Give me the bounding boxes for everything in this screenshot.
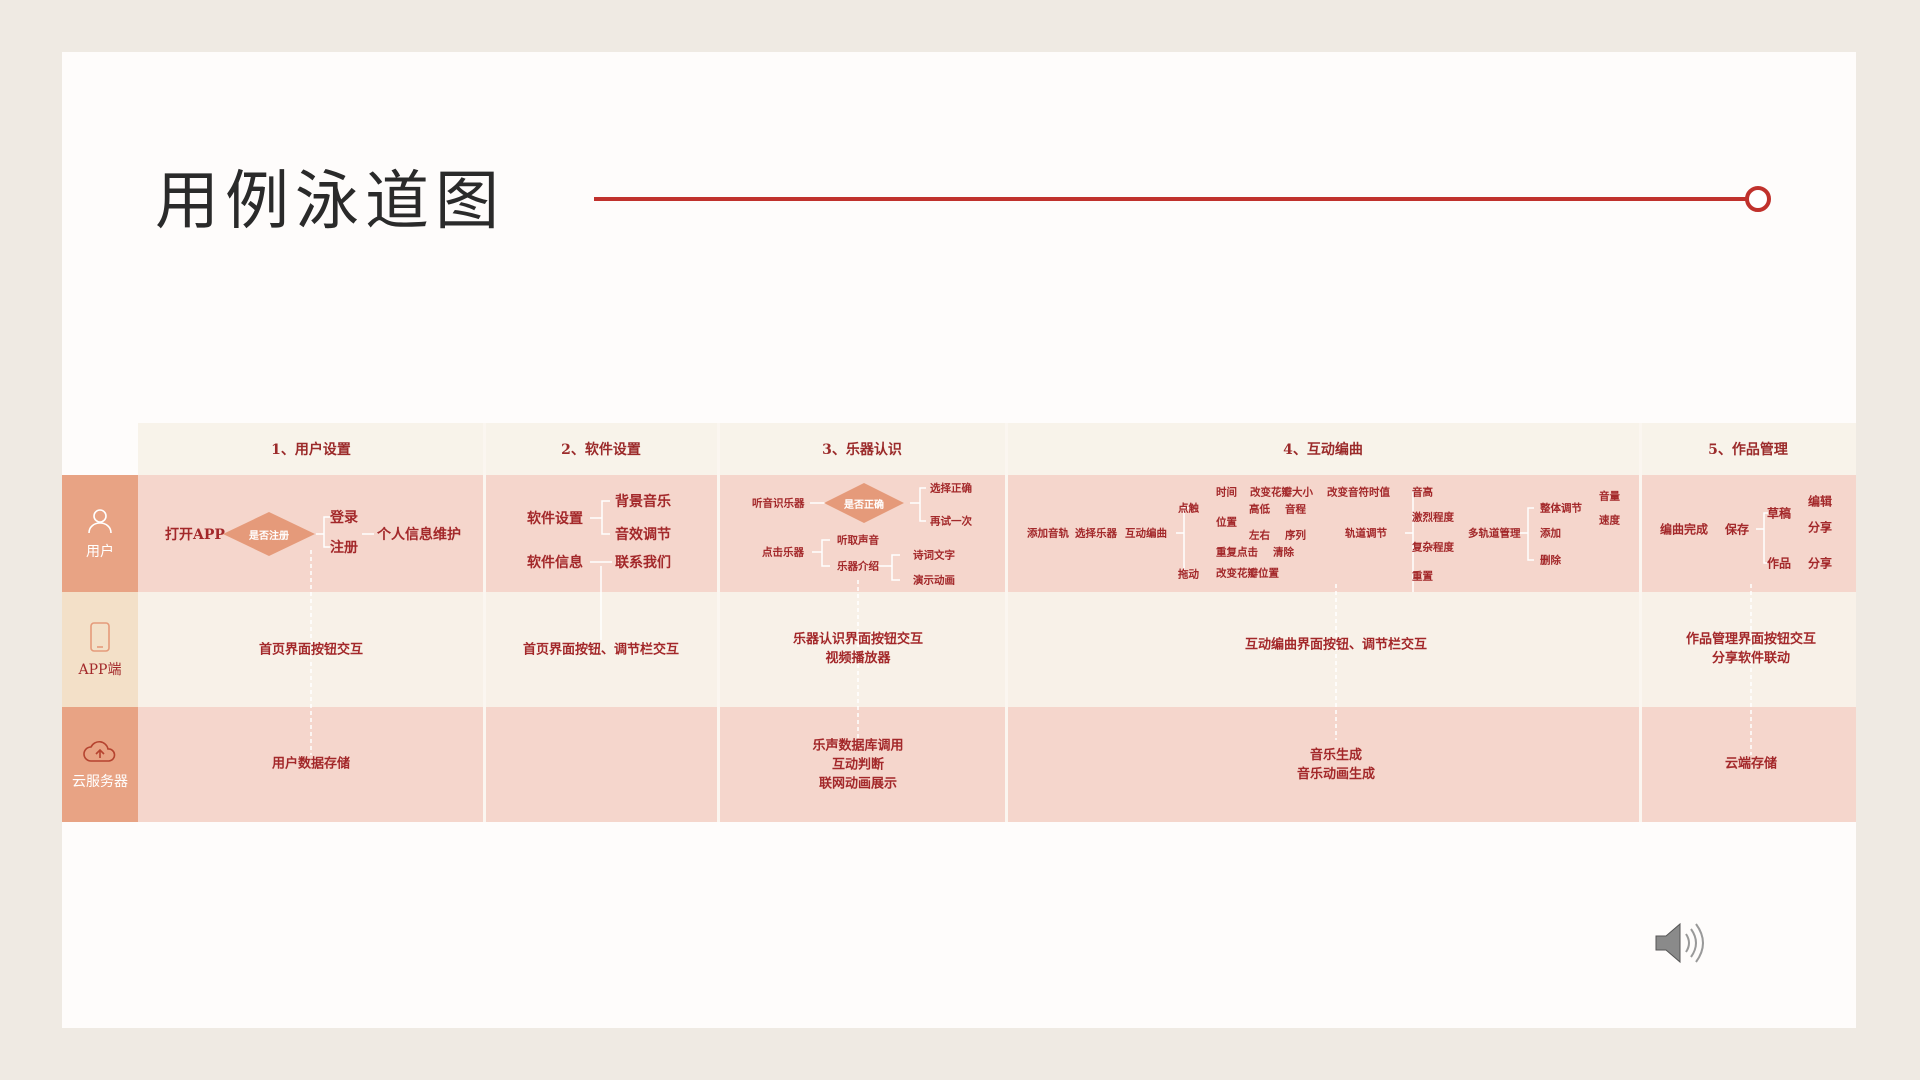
- node-volume: 音量: [1599, 490, 1620, 503]
- node-time: 时间: [1216, 486, 1237, 499]
- text-line: 乐声数据库调用: [812, 738, 904, 754]
- node-retry: 再试一次: [930, 515, 972, 528]
- app-col1: 首页界面按钮交互: [258, 642, 364, 658]
- app-col4: 互动编曲界面按钮、调节栏交互: [1244, 637, 1428, 653]
- text-line: 互动判断: [831, 757, 885, 773]
- node-add: 添加: [1540, 527, 1561, 540]
- node-speed: 速度: [1599, 514, 1620, 527]
- node-petal-size: 改变花瓣大小: [1250, 486, 1313, 499]
- app-col2: 首页界面按钮、调节栏交互: [522, 642, 680, 658]
- node-position: 位置: [1216, 516, 1237, 529]
- node-compose-done: 编曲完成: [1660, 522, 1709, 537]
- node-share-work: 分享: [1808, 556, 1833, 571]
- node-bgm: 背景音乐: [615, 494, 671, 510]
- cloud-col1: 用户数据存储: [271, 756, 351, 772]
- text-line: 音乐生成: [1309, 748, 1363, 763]
- node-touch: 点触: [1178, 502, 1199, 515]
- node-edit: 编辑: [1808, 494, 1833, 509]
- node-profile: 个人信息维护: [377, 527, 461, 543]
- text-line: 音乐动画生成: [1296, 767, 1376, 782]
- cloud-col4: 音乐生成音乐动画生成: [1297, 746, 1375, 784]
- node-left-right: 左右: [1249, 529, 1270, 542]
- node-software-info: 软件信息: [527, 555, 583, 571]
- node-share-draft: 分享: [1808, 520, 1833, 535]
- node-login: 登录: [330, 510, 358, 526]
- node-open-app: 打开APP: [165, 527, 225, 543]
- node-hear: 听取声音: [837, 534, 879, 547]
- node-choose-instrument: 选择乐器: [1075, 527, 1117, 540]
- node-sfx: 音效调节: [615, 527, 671, 543]
- node-clear: 清除: [1273, 546, 1294, 559]
- node-compose: 互动编曲: [1125, 527, 1167, 540]
- node-overall: 整体调节: [1540, 502, 1582, 515]
- node-listen: 听音识乐器: [752, 497, 805, 510]
- text-line: 视频播放器: [825, 651, 891, 666]
- node-register: 注册: [330, 540, 358, 556]
- node-multitrack: 多轨道管理: [1468, 527, 1521, 540]
- speaker-icon[interactable]: [1652, 918, 1706, 968]
- node-intro: 乐器介绍: [837, 560, 879, 573]
- node-high-low: 高低: [1249, 503, 1270, 516]
- cloud-col5: 云端存储: [1724, 756, 1778, 772]
- node-reset: 重置: [1412, 570, 1433, 583]
- cloud-col3: 乐声数据库调用 互动判断联网动画展示: [812, 737, 903, 794]
- node-pitch: 音高: [1412, 486, 1433, 499]
- node-work: 作品: [1767, 556, 1792, 571]
- text-line: 分享软件联动: [1711, 651, 1791, 666]
- node-poem: 诗词文字: [913, 549, 955, 562]
- node-note-length: 改变音符时值: [1327, 486, 1390, 499]
- node-track-adjust: 轨道调节: [1345, 527, 1387, 540]
- text-line: 作品管理界面按钮交互: [1685, 632, 1817, 647]
- node-contact: 联系我们: [615, 555, 671, 571]
- text-line: 联网动画展示: [818, 776, 898, 792]
- node-draft: 草稿: [1767, 506, 1792, 521]
- node-intensity: 激烈程度: [1412, 511, 1454, 524]
- node-interval: 音程: [1285, 503, 1306, 516]
- node-click-instrument: 点击乐器: [762, 546, 804, 559]
- node-save: 保存: [1725, 522, 1750, 537]
- node-complexity: 复杂程度: [1412, 541, 1454, 554]
- node-software-settings: 软件设置: [527, 511, 583, 527]
- node-sequence: 序列: [1285, 529, 1306, 542]
- text-line: 乐器认识界面按钮交互: [792, 632, 924, 647]
- node-delete: 删除: [1540, 554, 1561, 567]
- app-col3: 乐器认识界面按钮交互 视频播放器: [793, 630, 923, 668]
- app-col5: 作品管理界面按钮交互 分享软件联动: [1686, 630, 1816, 668]
- node-anim: 演示动画: [913, 574, 955, 587]
- node-repeat-click: 重复点击: [1216, 546, 1258, 559]
- node-petal-position: 改变花瓣位置: [1216, 567, 1279, 580]
- node-drag: 拖动: [1178, 568, 1199, 581]
- node-correct: 选择正确: [930, 482, 972, 495]
- node-add-track: 添加音轨: [1027, 527, 1069, 540]
